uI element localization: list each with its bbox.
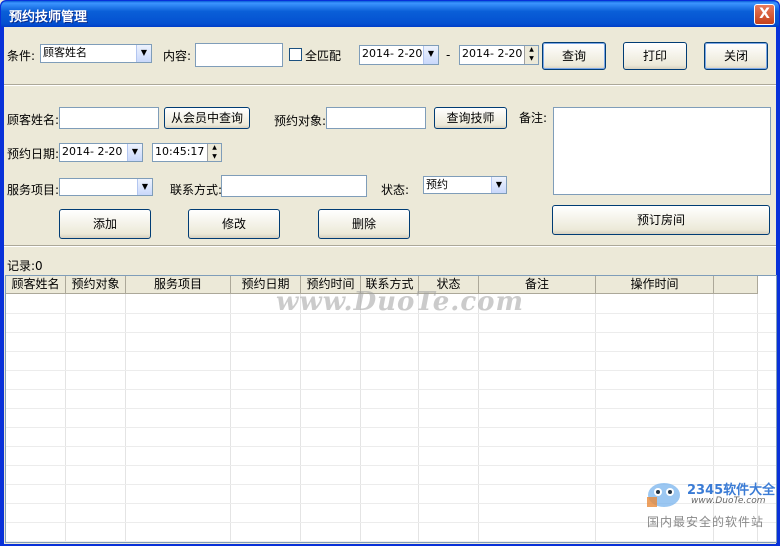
corner-logo-url: www.DuoTe.com (691, 496, 766, 506)
print-button[interactable]: 打印 (623, 42, 687, 70)
date-label: 预约日期: (7, 147, 60, 161)
chevron-down-icon[interactable]: ▼ (136, 45, 151, 62)
divider (4, 245, 776, 247)
customer-name-input[interactable] (59, 107, 159, 129)
status-select-value: 预约 (426, 178, 448, 191)
record-count: 记录:0 (7, 259, 43, 273)
client-area: 条件: 顾客姓名 ▼ 内容: 全匹配 2014- 2-20 ▼ - 2014- … (4, 27, 777, 544)
chevron-down-icon[interactable]: ▼ (137, 179, 152, 195)
column-header[interactable] (714, 276, 758, 294)
date-to-picker[interactable]: 2014- 2-20 ▲ ▼ (459, 45, 539, 65)
status-select[interactable]: 预约 ▼ (423, 176, 507, 194)
book-room-button[interactable]: 预订房间 (552, 205, 770, 235)
mascot-icon (647, 483, 680, 507)
reserve-time-value: 10:45:17 (155, 145, 205, 158)
app-window: 预约技师管理 X 条件: 顾客姓名 ▼ 内容: 全匹配 2014- 2-20 ▼… (0, 0, 780, 546)
row-divider (6, 427, 776, 428)
condition-select[interactable]: 顾客姓名 ▼ (40, 44, 152, 63)
target-input[interactable] (326, 107, 426, 129)
delete-button[interactable]: 删除 (318, 209, 410, 239)
contact-label: 联系方式: (170, 183, 223, 197)
column-header[interactable]: 预约对象 (66, 276, 126, 294)
date-from-picker[interactable]: 2014- 2-20 ▼ (359, 45, 439, 65)
close-icon: X (759, 6, 770, 22)
content-label: 内容: (163, 49, 192, 63)
window-title: 预约技师管理 (9, 10, 88, 25)
contact-input[interactable] (221, 175, 367, 197)
row-divider (6, 370, 776, 371)
chevron-down-icon[interactable]: ▼ (423, 46, 438, 64)
content-input[interactable] (195, 43, 283, 67)
column-header[interactable]: 操作时间 (596, 276, 714, 294)
condition-label: 条件: (7, 49, 36, 63)
customer-name-label: 顾客姓名: (7, 113, 60, 127)
full-match-label: 全匹配 (305, 49, 342, 63)
column-header[interactable]: 顾客姓名 (6, 276, 66, 294)
close-button[interactable]: 关闭 (704, 42, 768, 70)
query-tech-button[interactable]: 查询技师 (434, 107, 507, 129)
reserve-date-value: 2014- 2-20 (62, 145, 123, 158)
date-from-value: 2014- 2-20 (362, 47, 423, 60)
spinner-icon[interactable]: ▲ ▼ (207, 144, 221, 161)
spinner-icon[interactable]: ▲ ▼ (524, 46, 538, 64)
row-divider (6, 465, 776, 466)
corner-logo-slogan: 国内最安全的软件站 (647, 515, 765, 529)
status-label: 状态: (381, 183, 410, 197)
chevron-down-icon[interactable]: ▼ (491, 177, 506, 193)
chevron-down-icon[interactable]: ▼ (127, 144, 142, 161)
service-label: 服务项目: (7, 183, 60, 197)
date-range-dash: - (446, 48, 451, 62)
remark-label: 备注: (519, 111, 548, 125)
row-divider (6, 541, 776, 542)
modify-button[interactable]: 修改 (188, 209, 280, 239)
reserve-date-picker[interactable]: 2014- 2-20 ▼ (59, 143, 143, 162)
divider (4, 84, 776, 86)
reserve-time-picker[interactable]: 10:45:17 ▲ ▼ (152, 143, 222, 162)
row-divider (6, 446, 776, 447)
column-header[interactable]: 服务项目 (126, 276, 231, 294)
condition-select-value: 顾客姓名 (43, 46, 87, 59)
target-label: 预约对象: (274, 114, 327, 128)
corner-logo: 2345软件大全 www.DuoTe.com 国内最安全的软件站 (641, 471, 779, 531)
full-match-checkbox[interactable] (289, 48, 302, 61)
title-bar[interactable]: 预约技师管理 X (1, 1, 779, 27)
row-divider (6, 332, 776, 333)
service-select[interactable]: ▼ (59, 178, 153, 196)
row-divider (6, 408, 776, 409)
window-close-button[interactable]: X (754, 4, 775, 25)
remark-textarea[interactable] (553, 107, 771, 195)
member-query-button[interactable]: 从会员中查询 (164, 107, 250, 129)
date-to-value: 2014- 2-20 (462, 47, 523, 60)
row-divider (6, 351, 776, 352)
watermark-text: www.DuoTe.com (276, 287, 525, 317)
row-divider (6, 389, 776, 390)
add-button[interactable]: 添加 (59, 209, 151, 239)
query-button[interactable]: 查询 (542, 42, 606, 70)
